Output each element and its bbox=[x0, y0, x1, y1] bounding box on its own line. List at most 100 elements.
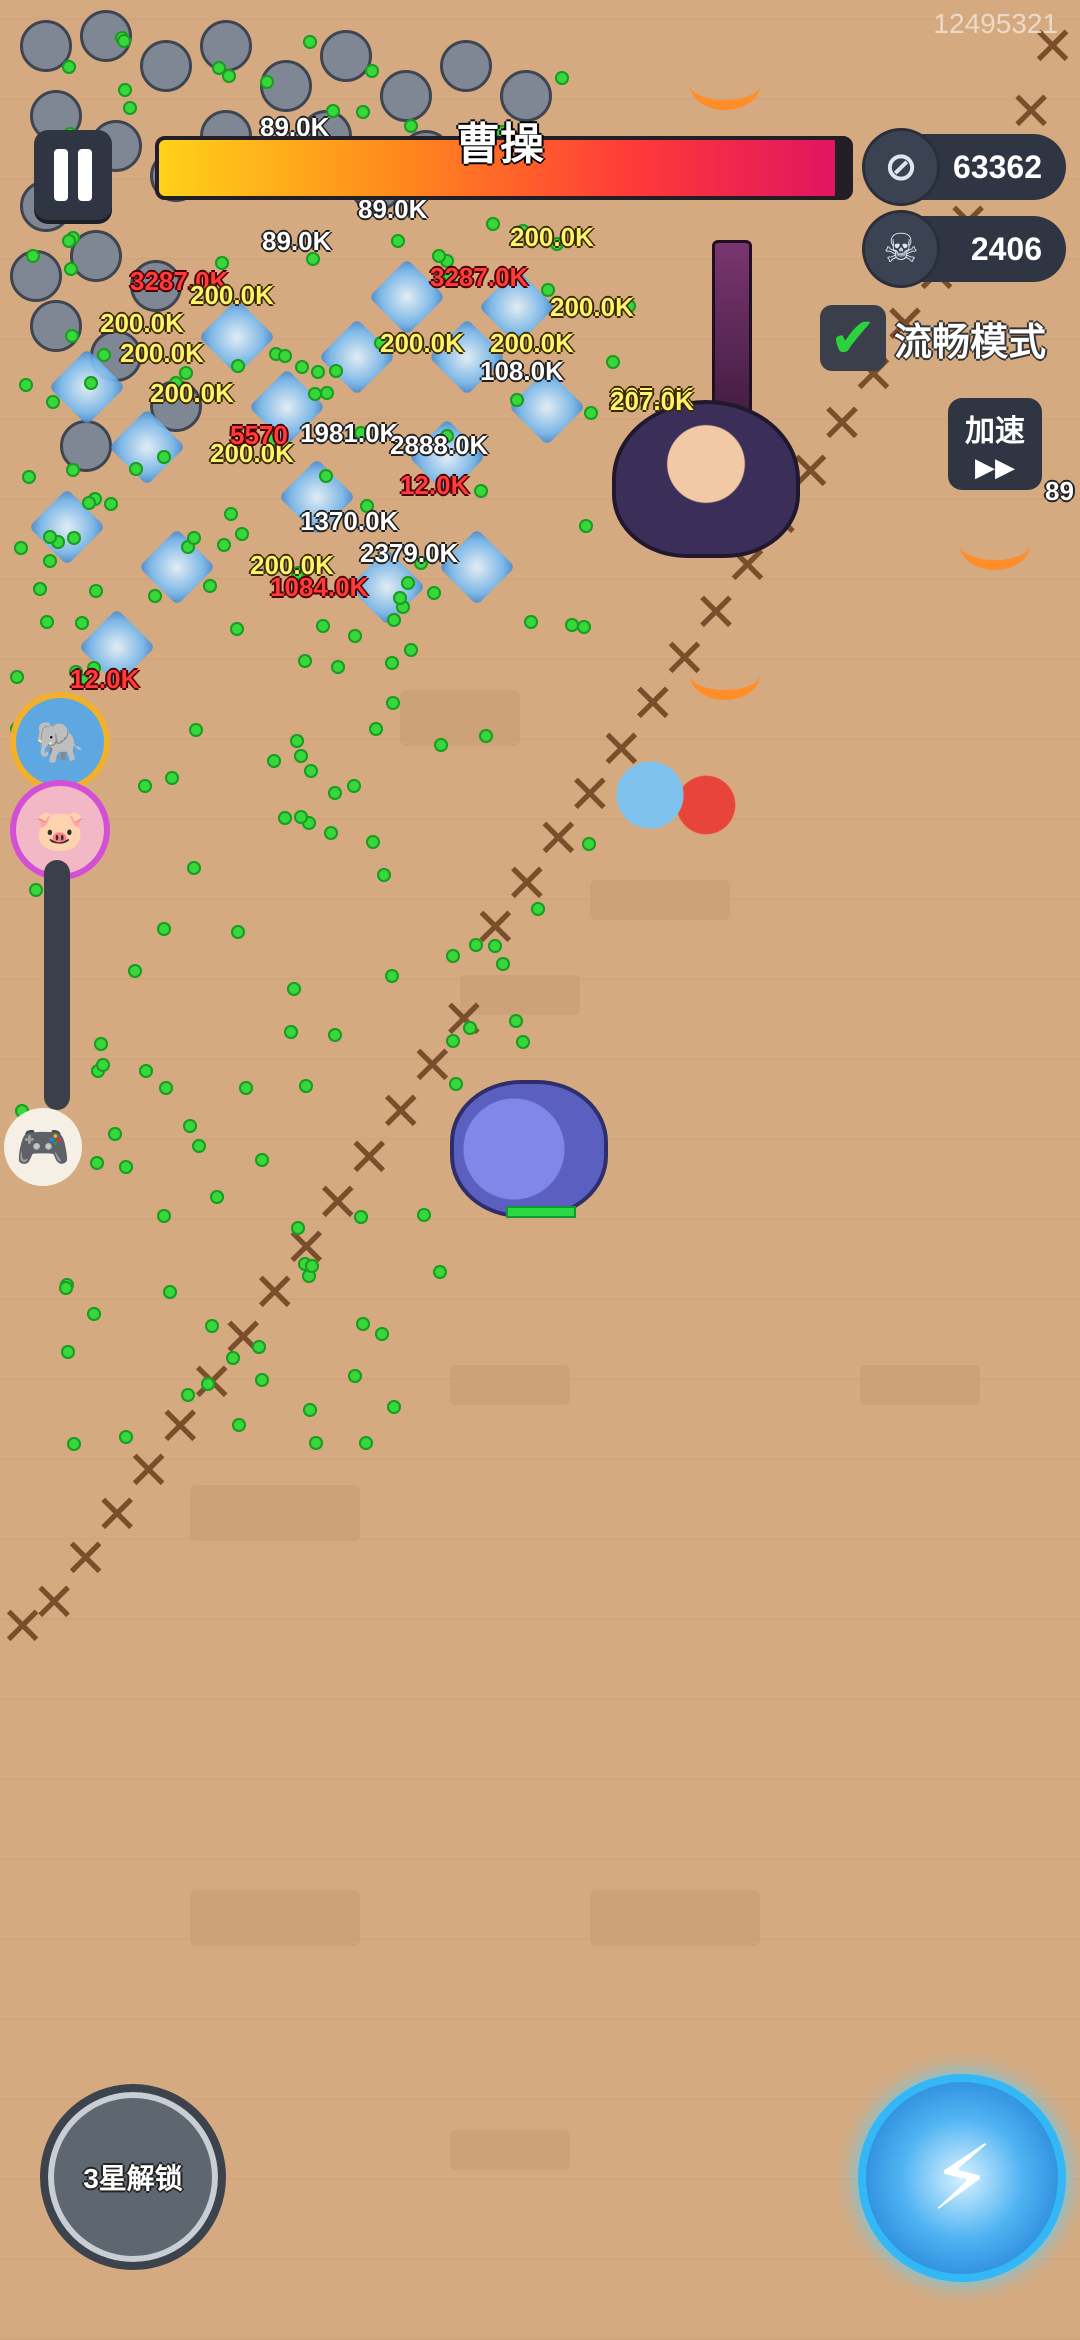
damage-number: 200.0K bbox=[250, 550, 334, 580]
damage-number: 12.0K bbox=[70, 664, 140, 694]
exp-gem bbox=[358, 1435, 373, 1450]
damage-number: 1370.0K bbox=[300, 506, 399, 536]
exp-gem bbox=[32, 582, 47, 597]
speed-label: 加速 bbox=[965, 415, 1025, 448]
exp-gem bbox=[82, 495, 97, 510]
exp-gem bbox=[355, 1316, 370, 1331]
exp-gem bbox=[42, 529, 57, 544]
pause-icon bbox=[78, 149, 92, 201]
exp-gem bbox=[138, 1063, 153, 1078]
exp-gem bbox=[376, 868, 391, 883]
exp-gem bbox=[578, 519, 593, 534]
flame-arc bbox=[690, 650, 760, 700]
pause-button[interactable] bbox=[34, 130, 112, 220]
ally-pets bbox=[608, 745, 748, 845]
smooth-mode-label: 流畅模式 bbox=[894, 321, 1047, 364]
exp-gem bbox=[75, 615, 90, 630]
exp-gem bbox=[25, 249, 40, 264]
player-health-bar bbox=[506, 1206, 576, 1218]
exp-gem bbox=[368, 721, 383, 736]
damage-number: 1981.0K bbox=[300, 418, 399, 448]
exp-gem bbox=[329, 363, 344, 378]
exp-gem bbox=[478, 728, 493, 743]
exp-gem bbox=[209, 1190, 224, 1205]
locked-skill-button[interactable]: 3星解锁 bbox=[40, 2084, 226, 2270]
exp-gem bbox=[286, 982, 301, 997]
exp-gem bbox=[353, 1209, 368, 1224]
exp-gem bbox=[159, 1080, 173, 1095]
exp-gem bbox=[86, 1306, 101, 1321]
boss-caocao bbox=[612, 400, 800, 558]
exp-gem bbox=[304, 1259, 319, 1274]
exp-gem bbox=[364, 64, 379, 79]
exp-gem bbox=[43, 554, 58, 568]
coin-icon: ⊘ bbox=[862, 128, 940, 206]
damage-number: 5570 bbox=[230, 420, 288, 450]
exp-gem bbox=[298, 1079, 313, 1094]
exp-gem bbox=[64, 261, 79, 276]
gamepad-icon[interactable]: 🎮 bbox=[4, 1108, 82, 1186]
fence-post: ✕ bbox=[0, 1597, 46, 1657]
damage-number: 108.0K bbox=[480, 356, 564, 386]
exp-gem bbox=[147, 588, 162, 603]
exp-gem bbox=[223, 506, 238, 521]
locked-skill-label: 3星解锁 bbox=[83, 2163, 183, 2194]
boss-name: 曹操 bbox=[456, 120, 544, 169]
enemy-soldier bbox=[200, 20, 252, 72]
exp-gem bbox=[157, 921, 172, 936]
exp-gem bbox=[46, 394, 61, 409]
damage-number: 200.0K bbox=[100, 308, 184, 338]
floor-brick bbox=[190, 1890, 360, 1946]
exp-gem bbox=[304, 763, 319, 778]
damage-number: 200.0K bbox=[510, 222, 594, 252]
exp-gem bbox=[468, 937, 483, 952]
exp-gem bbox=[230, 359, 245, 374]
floor-brick bbox=[400, 690, 520, 746]
fast-forward-icon: ▶▶ bbox=[975, 452, 1015, 482]
exp-gem bbox=[515, 1035, 530, 1050]
exp-gem bbox=[432, 1264, 447, 1279]
exp-gem bbox=[28, 882, 43, 897]
damage-number: 89 bbox=[1045, 476, 1074, 506]
kill-count: 2406 bbox=[970, 230, 1042, 267]
exp-gem bbox=[495, 957, 510, 971]
exp-gem bbox=[183, 1118, 198, 1133]
floor-brick bbox=[450, 1365, 570, 1405]
exp-gem bbox=[391, 233, 406, 248]
damage-number: 200.0K bbox=[490, 328, 574, 358]
speed-up-button[interactable]: 加速 ▶▶ bbox=[948, 398, 1042, 490]
pet-slot-track bbox=[44, 860, 70, 1110]
kill-counter: ☠ 2406 bbox=[862, 210, 1066, 288]
floor-brick bbox=[190, 1485, 360, 1541]
fence-post: ✕ bbox=[1008, 82, 1054, 143]
exp-gem bbox=[186, 530, 201, 545]
exp-gem bbox=[315, 618, 330, 633]
exp-gem bbox=[67, 1436, 82, 1451]
exp-gem bbox=[448, 1076, 463, 1091]
lightning-skill-button[interactable]: ⚡ bbox=[858, 2074, 1066, 2282]
damage-number: 200.0K bbox=[120, 338, 204, 368]
exp-gem bbox=[254, 1373, 269, 1388]
floor-brick bbox=[450, 2130, 570, 2170]
exp-gem bbox=[95, 1057, 110, 1072]
player-hero bbox=[450, 1080, 608, 1218]
smooth-mode-toggle[interactable]: ✔ 流畅模式 bbox=[820, 305, 1046, 371]
elephant-pet-avatar[interactable]: 🐘 bbox=[10, 692, 110, 792]
exp-gem bbox=[180, 1388, 195, 1403]
enemy-soldier bbox=[140, 40, 192, 92]
lightning-icon: ⚡ bbox=[930, 2128, 994, 2229]
exp-gem bbox=[510, 392, 525, 407]
skull-icon: ☠ bbox=[862, 210, 940, 288]
flame-arc bbox=[960, 520, 1030, 570]
floor-brick bbox=[860, 1365, 980, 1405]
exp-gem bbox=[127, 963, 142, 978]
exp-gem bbox=[385, 968, 400, 983]
floor-brick bbox=[590, 880, 730, 920]
exp-gem bbox=[65, 328, 80, 343]
exp-gem bbox=[319, 468, 334, 483]
exp-gem bbox=[386, 1399, 401, 1414]
exp-gem bbox=[10, 669, 25, 684]
checkmark-icon: ✔ bbox=[820, 305, 886, 371]
exp-gem bbox=[348, 628, 362, 643]
exp-gem bbox=[202, 578, 217, 593]
